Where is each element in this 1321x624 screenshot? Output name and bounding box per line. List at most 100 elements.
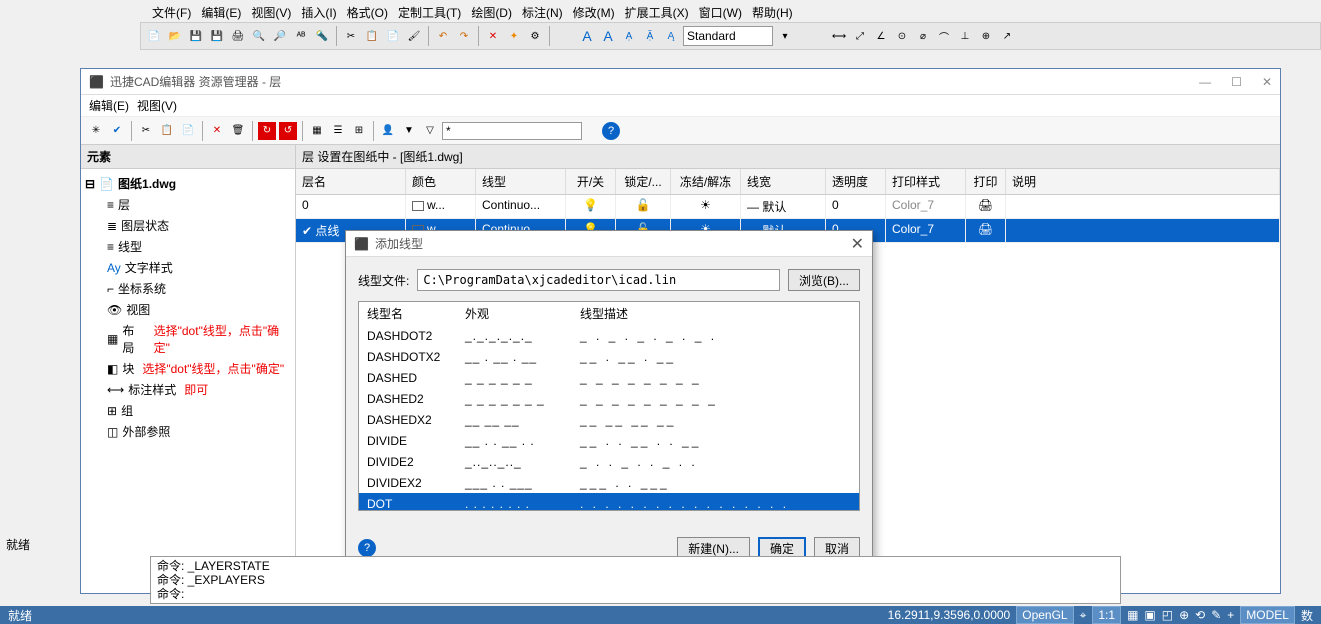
menu-format[interactable]: 格式(O) (343, 2, 392, 18)
dim-angular-icon[interactable]: ∠ (872, 27, 890, 45)
explorer-menu-view[interactable]: 视图(V) (137, 97, 177, 114)
col-onoff[interactable]: 开/关 (566, 169, 616, 194)
redo-icon[interactable]: ↷ (455, 27, 473, 45)
tree-views[interactable]: 👁视图 (85, 299, 291, 320)
delete-icon[interactable]: ✕ (208, 122, 226, 140)
print-icon[interactable]: 🖨 (978, 198, 993, 212)
sun-icon[interactable]: ☀ (700, 198, 711, 212)
linetype-item[interactable]: DASHDOT2_._._._._.__ . _ . _ . _ . _ . (359, 325, 859, 346)
status-model[interactable]: MODEL (1240, 606, 1295, 624)
text-style-icon[interactable]: Ạ (620, 27, 638, 45)
dim-center-icon[interactable]: ⊕ (977, 27, 995, 45)
maximize-icon[interactable]: ☐ (1231, 75, 1242, 89)
linetype-list[interactable]: 线型名 外观 线型描述 DASHDOT2_._._._._.__ . _ . _… (358, 301, 860, 511)
undo-icon[interactable]: ↶ (434, 27, 452, 45)
find-icon[interactable]: 🔦 (313, 27, 331, 45)
print-icon[interactable]: 🖨 (978, 222, 993, 236)
new-layer-icon[interactable]: ✳ (87, 122, 105, 140)
sb-icon[interactable]: ✎ (1211, 608, 1221, 622)
copy-icon[interactable]: 📋 (363, 27, 381, 45)
bulb-icon[interactable]: 💡 (583, 198, 598, 212)
status-render[interactable]: OpenGL (1016, 606, 1073, 624)
saveall-icon[interactable]: 💾 (208, 27, 226, 45)
sb-icon[interactable]: + (1227, 608, 1234, 622)
sb-icon[interactable]: ◰ (1162, 608, 1173, 622)
lock-icon[interactable]: 🔓 (636, 198, 651, 212)
dim-arc-icon[interactable]: ⌒ (935, 27, 953, 45)
dim-radius-icon[interactable]: ⊙ (893, 27, 911, 45)
close-icon[interactable]: ✕ (1262, 75, 1272, 89)
text-edit-icon[interactable]: Ą (662, 27, 680, 45)
help-icon[interactable]: ? (602, 122, 620, 140)
command-line[interactable]: 命令: _LAYERSTATE 命令: _EXPLAYERS 命令: (150, 556, 1121, 604)
dim-diameter-icon[interactable]: ⌀ (914, 27, 932, 45)
tree-blocks[interactable]: ◧块选择"dot"线型，点击"确定" (85, 358, 291, 379)
text-a2-icon[interactable]: A (599, 27, 617, 45)
dim-linear-icon[interactable]: ⟷ (830, 27, 848, 45)
print-icon[interactable]: 🖨 (229, 27, 247, 45)
explorer-menu-edit[interactable]: 编辑(E) (89, 97, 129, 114)
person-icon[interactable]: 👤 (379, 122, 397, 140)
tree-layouts[interactable]: ▦布局选择"dot"线型，点击"确定" (85, 320, 291, 358)
purge-icon[interactable]: 🗑 (229, 122, 247, 140)
menu-edit[interactable]: 编辑(E) (197, 2, 245, 18)
linetype-item[interactable]: DIVIDE2_.._.._..__ . . _ . . _ . . (359, 451, 859, 472)
tree-coord[interactable]: ⌐坐标系统 (85, 278, 291, 299)
menu-insert[interactable]: 插入(I) (297, 2, 340, 18)
col-lw[interactable]: 线宽 (741, 169, 826, 194)
menu-help[interactable]: 帮助(H) (748, 2, 797, 18)
linetype-item[interactable]: DASHEDX2__ __ ____ __ __ __ (359, 409, 859, 430)
refresh2-icon[interactable]: ↺ (279, 122, 297, 140)
new-icon[interactable]: 📄 (145, 27, 163, 45)
list-icon[interactable]: ☰ (329, 122, 347, 140)
filter2-icon[interactable]: ▽ (421, 122, 439, 140)
col-color[interactable]: 颜色 (406, 169, 476, 194)
grid-icon[interactable]: ▦ (308, 122, 326, 140)
minimize-icon[interactable]: — (1199, 75, 1211, 89)
menu-annotate[interactable]: 标注(N) (518, 2, 567, 18)
col-freeze[interactable]: 冻结/解冻 (671, 169, 741, 194)
col-desc[interactable]: 说明 (1006, 169, 1280, 194)
tree-groups[interactable]: ⊞组 (85, 400, 291, 421)
settings-icon[interactable]: ⚙ (526, 27, 544, 45)
linetype-file-input[interactable] (417, 269, 780, 291)
paste-icon[interactable]: 📄 (179, 122, 197, 140)
menu-view[interactable]: 视图(V) (247, 2, 295, 18)
spellcheck-icon[interactable]: ᴬᴮ (292, 27, 310, 45)
menu-custom[interactable]: 定制工具(T) (394, 2, 465, 18)
open-icon[interactable]: 📂 (166, 27, 184, 45)
tree-layerstates[interactable]: ≣图层状态 (85, 215, 291, 236)
col-lock[interactable]: 锁定/... (616, 169, 671, 194)
sb-icon[interactable]: ▣ (1144, 608, 1155, 622)
help-icon[interactable]: ? (358, 539, 376, 557)
tree-xref[interactable]: ◫外部参照 (85, 421, 291, 442)
save-icon[interactable]: 💾 (187, 27, 205, 45)
layer-row[interactable]: 0 w... Continuo... 💡 🔓 ☀ — 默认 0 Color_7 … (296, 195, 1280, 219)
browse-button[interactable]: 浏览(B)... (788, 269, 860, 291)
status-scale[interactable]: 1:1 (1092, 606, 1121, 624)
col-pstyle[interactable]: 打印样式 (886, 169, 966, 194)
sb-icon[interactable]: ⟲ (1195, 608, 1205, 622)
cut-icon[interactable]: ✂ (342, 27, 360, 45)
tree-textstyles[interactable]: Ay文字样式 (85, 257, 291, 278)
menu-ext[interactable]: 扩展工具(X) (621, 2, 693, 18)
col-plot[interactable]: 打印 (966, 169, 1006, 194)
text-style-select[interactable] (683, 26, 773, 46)
star-icon[interactable]: ✦ (505, 27, 523, 45)
col-ltype[interactable]: 线型 (476, 169, 566, 194)
linetype-item[interactable]: DOT. . . . . . . .. . . . . . . . . . . … (359, 493, 859, 511)
close-icon[interactable]: ✕ (851, 234, 864, 254)
menu-window[interactable]: 窗口(W) (695, 2, 746, 18)
dropdown-icon[interactable]: ▾ (776, 27, 794, 45)
filter-input[interactable] (442, 122, 582, 140)
cut-icon[interactable]: ✂ (137, 122, 155, 140)
menu-file[interactable]: 文件(F) (148, 2, 195, 18)
tree-linetypes[interactable]: ≡线型 (85, 236, 291, 257)
col-name[interactable]: 层名 (296, 169, 406, 194)
delete-icon[interactable]: ✕ (484, 27, 502, 45)
linetype-item[interactable]: DASHED_ _ _ _ _ __ _ _ _ _ _ _ _ (359, 367, 859, 388)
menu-modify[interactable]: 修改(M) (569, 2, 619, 18)
dim-ord-icon[interactable]: ⊥ (956, 27, 974, 45)
refresh-icon[interactable]: ↻ (258, 122, 276, 140)
search-icon[interactable]: 🔎 (271, 27, 289, 45)
